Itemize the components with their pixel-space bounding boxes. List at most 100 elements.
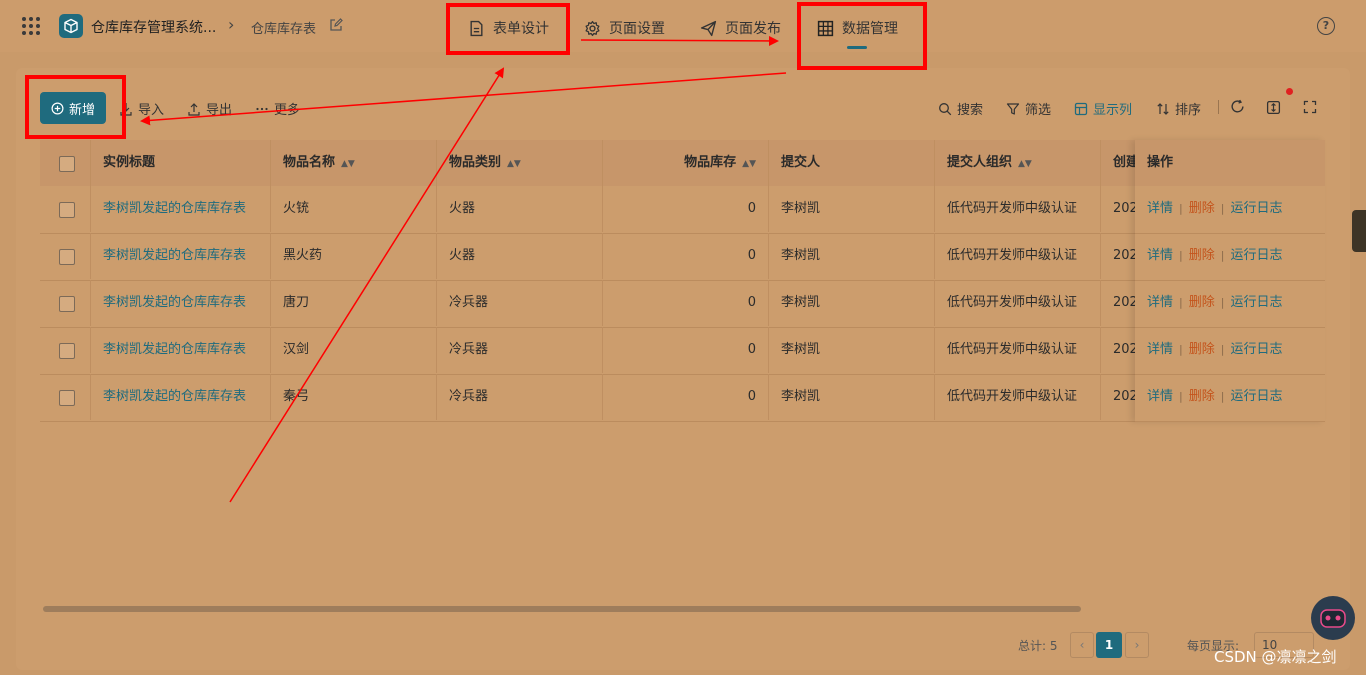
import-button[interactable]: 导入: [119, 99, 164, 118]
cell-submitter: 李树凯: [781, 295, 821, 310]
cell-title[interactable]: 李树凯发起的仓库库存表: [91, 186, 271, 232]
tab-label: 页面发布: [725, 21, 781, 37]
gear-icon: [585, 20, 600, 36]
row-checkbox[interactable]: [59, 343, 75, 359]
row-checkbox[interactable]: [59, 390, 75, 406]
table-row: 李树凯发起的仓库库存表 秦弓 冷兵器 0 李树凯 低代码开发师中级认证 202 详情 | 删除 | 运…: [40, 374, 1325, 422]
column-header-item-name[interactable]: 物品名称 ▲▼: [271, 140, 436, 186]
column-header-title[interactable]: 实例标题: [91, 140, 271, 186]
table-icon: [817, 20, 834, 36]
cell-submitter-org: 低代码开发师中级认证: [947, 295, 1078, 310]
more-dots-icon: [256, 107, 268, 110]
table-header: 实例标题 物品名称 ▲▼ 物品类别 ▲▼ 物品库存 ▲▼ 提交人 提交人组织 ▲▼ 创建…: [40, 140, 1325, 186]
pagination-next-button[interactable]: ›: [1125, 632, 1149, 658]
app-name[interactable]: 仓库库存管理系统...: [91, 17, 216, 37]
search-button[interactable]: 搜索: [938, 99, 983, 118]
filter-label: 筛选: [1025, 103, 1052, 118]
table-row: 李树凯发起的仓库库存表 汉剑 冷兵器 0 李树凯 低代码开发师中级认证 202 详情 | 删除 | 运…: [40, 327, 1325, 375]
fullscreen-icon[interactable]: [1303, 100, 1317, 114]
pagination-current-page[interactable]: 1: [1096, 632, 1122, 658]
import-label: 导入: [138, 103, 165, 118]
cell-item-name: 唐刀: [283, 295, 310, 310]
cell-submitter: 李树凯: [781, 248, 821, 263]
row-checkbox[interactable]: [59, 202, 75, 218]
select-all-checkbox[interactable]: [59, 156, 75, 172]
table-row: 李树凯发起的仓库库存表 唐刀 冷兵器 0 李树凯 低代码开发师中级认证 202 详情 | 删除 | 运…: [40, 280, 1325, 328]
add-button-label: 新增: [68, 102, 95, 118]
tab-data-management[interactable]: 数据管理: [817, 18, 898, 38]
refresh-icon[interactable]: [1230, 99, 1245, 114]
cell-item-category: 火器: [449, 248, 476, 263]
sort-caret-icon: ▲▼: [1018, 159, 1032, 169]
toolbar-divider: [1218, 100, 1219, 114]
cell-title[interactable]: 李树凯发起的仓库库存表: [91, 233, 271, 279]
more-label: 更多: [274, 103, 301, 118]
apps-grid-icon[interactable]: [22, 17, 40, 35]
cell-item-name: 汉剑: [283, 342, 310, 357]
column-header-created[interactable]: 创建: [1101, 140, 1135, 186]
actions-fixed-column-shadow: [1135, 140, 1325, 422]
column-header-item-category[interactable]: 物品类别 ▲▼: [437, 140, 602, 186]
sort-caret-icon: ▲▼: [742, 159, 756, 169]
sort-caret-icon: ▲▼: [507, 159, 521, 169]
cell-title[interactable]: 李树凯发起的仓库库存表: [91, 280, 271, 326]
top-bar: 仓库库存管理系统... › 仓库库存表 表单设计 页面设置 页面发布 数据管理 …: [0, 0, 1366, 52]
table-row: 李树凯发起的仓库库存表 黑火药 火器 0 李树凯 低代码开发师中级认证 202 详情 | 删除 | 运…: [40, 233, 1325, 281]
row-checkbox[interactable]: [59, 296, 75, 312]
tab-page-settings[interactable]: 页面设置: [584, 18, 665, 38]
column-header-submitter[interactable]: 提交人: [769, 140, 934, 186]
cell-item-stock: 0: [747, 389, 756, 404]
column-header-submitter-org[interactable]: 提交人组织 ▲▼: [935, 140, 1100, 186]
cell-submitter: 李树凯: [781, 342, 821, 357]
cell-item-name: 秦弓: [283, 389, 310, 404]
edit-icon[interactable]: [329, 18, 343, 32]
send-icon: [700, 20, 717, 36]
more-button[interactable]: 更多: [255, 99, 300, 118]
cell-item-category: 冷兵器: [449, 389, 489, 404]
filter-button[interactable]: 筛选: [1006, 99, 1051, 118]
cell-title[interactable]: 李树凯发起的仓库库存表: [91, 374, 271, 420]
tab-page-publish[interactable]: 页面发布: [700, 18, 781, 38]
cell-submitter: 李树凯: [781, 389, 821, 404]
cell-created: 202: [1113, 248, 1135, 263]
column-header-item-stock[interactable]: 物品库存 ▲▼: [603, 140, 768, 186]
plus-circle-icon: [51, 102, 64, 114]
cell-item-stock: 0: [747, 295, 756, 310]
tab-form-design[interactable]: 表单设计: [468, 18, 549, 38]
sort-label: 排序: [1175, 103, 1202, 118]
cell-submitter-org: 低代码开发师中级认证: [947, 201, 1078, 216]
cell-created: 202: [1113, 201, 1135, 216]
document-icon: [470, 20, 483, 36]
import-icon: [120, 102, 132, 116]
cell-submitter: 李树凯: [781, 201, 821, 216]
row-height-icon[interactable]: [1266, 100, 1281, 115]
row-checkbox[interactable]: [59, 249, 75, 265]
cell-item-stock: 0: [747, 248, 756, 263]
filter-icon: [1006, 102, 1020, 115]
side-panel-handle[interactable]: [1352, 210, 1366, 252]
breadcrumb-chevron-icon: ›: [228, 15, 235, 34]
cell-submitter-org: 低代码开发师中级认证: [947, 389, 1078, 404]
columns-icon: [1074, 102, 1088, 115]
cell-submitter-org: 低代码开发师中级认证: [947, 248, 1078, 263]
cell-submitter-org: 低代码开发师中级认证: [947, 342, 1078, 357]
watermark-text: CSDN @凛凛之剑: [1214, 648, 1337, 666]
horizontal-scrollbar[interactable]: [43, 606, 1081, 612]
pagination-total: 总计: 5: [1018, 639, 1058, 653]
columns-label: 显示列: [1093, 103, 1133, 118]
search-label: 搜索: [957, 103, 984, 118]
sort-button[interactable]: 排序: [1156, 99, 1201, 118]
assistant-robot-icon[interactable]: [1311, 596, 1355, 640]
cell-item-stock: 0: [747, 342, 756, 357]
cell-created: 202: [1113, 389, 1135, 404]
columns-button[interactable]: 显示列: [1074, 99, 1132, 118]
help-icon[interactable]: ?: [1317, 17, 1335, 35]
app-logo-icon: [59, 14, 83, 38]
export-button[interactable]: 导出: [187, 99, 232, 118]
pagination-prev-button[interactable]: ‹: [1070, 632, 1094, 658]
add-button[interactable]: 新增: [40, 92, 106, 124]
export-icon: [188, 102, 200, 116]
sort-caret-icon: ▲▼: [341, 159, 355, 169]
cell-item-name: 黑火药: [283, 248, 323, 263]
cell-title[interactable]: 李树凯发起的仓库库存表: [91, 327, 271, 373]
